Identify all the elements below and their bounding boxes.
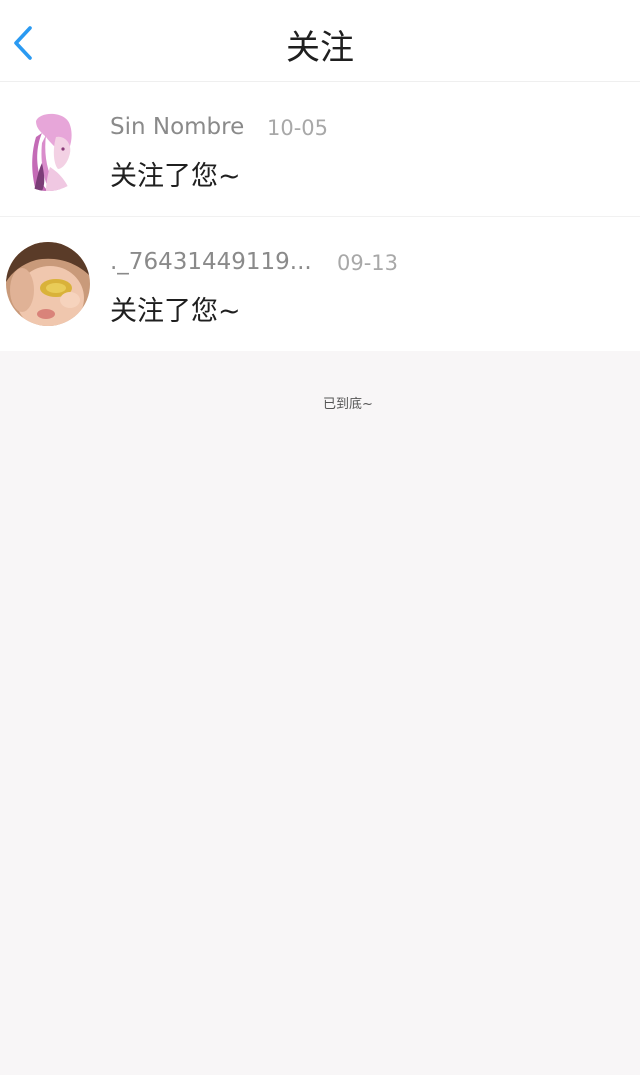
avatar[interactable] <box>6 107 90 191</box>
end-of-list-text: 已到底~ <box>323 397 373 412</box>
user-name[interactable]: Sin Nombre <box>110 114 244 140</box>
avatar-girl-pink-illustration <box>6 107 90 191</box>
avatar-child-photo <box>6 242 90 326</box>
list-item[interactable]: Sin Nombre 10-05 关注了您~ <box>0 82 640 216</box>
avatar[interactable] <box>6 242 90 326</box>
timestamp: 10-05 <box>267 116 329 140</box>
message-text: 关注了您~ <box>110 296 241 327</box>
list-item[interactable]: ._76431449119... 09-13 关注了您~ <box>0 216 640 351</box>
notification-list: Sin Nombre 10-05 关注了您~ ._76431449119... … <box>0 82 640 351</box>
message-text: 关注了您~ <box>110 161 241 192</box>
top-bar <box>0 0 640 82</box>
user-name[interactable]: ._76431449119... <box>110 249 312 275</box>
back-button[interactable] <box>6 22 42 66</box>
timestamp: 09-13 <box>337 251 399 275</box>
chevron-left-icon <box>14 26 32 60</box>
